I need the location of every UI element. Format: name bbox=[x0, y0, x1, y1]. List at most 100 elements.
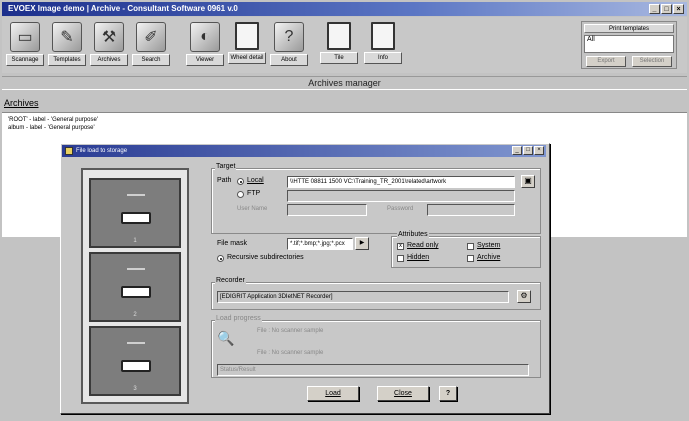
tool-label: Scannage bbox=[6, 54, 44, 66]
path-label: Path bbox=[217, 177, 232, 184]
ftp-address-input[interactable] bbox=[287, 190, 515, 202]
chevron-right-icon: ▶ bbox=[359, 240, 365, 246]
tool-label: Tile bbox=[320, 52, 358, 64]
magnifier-icon: 🔍 bbox=[217, 330, 235, 346]
list-item[interactable]: 'ROOT' - label - 'General purpose' bbox=[8, 116, 98, 124]
hidden-checkbox[interactable] bbox=[397, 255, 404, 262]
tool-label: Templates bbox=[48, 54, 86, 66]
drawer-label-line bbox=[127, 194, 145, 196]
close-button[interactable]: × bbox=[673, 4, 684, 14]
tool-label: About bbox=[270, 54, 308, 66]
recorder-settings-button[interactable]: ⚙ bbox=[517, 290, 531, 303]
templates-icon: ✎ bbox=[52, 22, 82, 52]
drawer-label-line bbox=[127, 268, 145, 270]
tool-viewer[interactable]: ◐ Viewer bbox=[186, 20, 224, 68]
drawer-handle bbox=[121, 212, 151, 224]
dialog-minimize-button[interactable]: _ bbox=[512, 146, 522, 155]
file-mask-dropdown[interactable]: ▶ bbox=[355, 237, 369, 250]
export-button[interactable]: Export bbox=[586, 56, 626, 67]
print-templates-header: Print templates bbox=[584, 24, 674, 33]
file-cabinet-image: 1 2 3 bbox=[81, 168, 189, 404]
path-input[interactable]: \\HTTE 08811 1500 VC:\Training_TR_2001\r… bbox=[287, 176, 515, 188]
drawer-number: 2 bbox=[133, 312, 137, 318]
tool-label: Wheel detail bbox=[228, 52, 266, 64]
document-icon bbox=[235, 22, 259, 50]
archive-checkbox[interactable] bbox=[467, 255, 474, 262]
password-input[interactable] bbox=[427, 204, 515, 216]
mode-title: Archives manager bbox=[2, 76, 687, 90]
file-status-1: File : No scanner sample bbox=[257, 328, 324, 334]
load-button[interactable]: Load bbox=[307, 386, 359, 401]
tool-label: Info bbox=[364, 52, 402, 64]
drawer-number: 3 bbox=[133, 386, 137, 392]
archives-header: Archives bbox=[4, 98, 39, 108]
user-name-input[interactable] bbox=[287, 204, 367, 216]
dialog-maximize-button[interactable]: □ bbox=[523, 146, 533, 155]
tool-label: Archives bbox=[90, 54, 128, 66]
recursive-label: Recursive subdirectories bbox=[227, 254, 304, 261]
tool-scannage[interactable]: ▭ Scannage bbox=[6, 20, 44, 68]
ftp-label: FTP bbox=[247, 190, 261, 197]
window-title: EVOEX Image demo | Archive - Consultant … bbox=[8, 4, 238, 13]
tool-tile[interactable]: Tile bbox=[320, 20, 358, 68]
recursive-option[interactable] bbox=[217, 255, 224, 262]
tool-label: Viewer bbox=[186, 54, 224, 66]
cabinet-drawer: 1 bbox=[89, 178, 181, 248]
tool-label: Search bbox=[132, 54, 170, 66]
drawer-handle bbox=[121, 360, 151, 372]
window-controls: _ □ × bbox=[649, 4, 684, 14]
load-progress-label: Load progress bbox=[215, 315, 262, 322]
tool-search[interactable]: ✐ Search bbox=[132, 20, 170, 68]
system-checkbox[interactable] bbox=[467, 243, 474, 250]
tool-wheel-detail[interactable]: Wheel detail bbox=[228, 20, 266, 68]
folder-icon: ▣ bbox=[524, 176, 532, 185]
drawer-label-line bbox=[127, 342, 145, 344]
archive-label: Archive bbox=[477, 254, 501, 261]
attributes-group bbox=[391, 236, 541, 268]
selection-button[interactable]: Selection bbox=[632, 56, 672, 67]
list-item[interactable]: album - label - 'General purpose' bbox=[8, 124, 95, 132]
viewer-icon: ◐ bbox=[190, 22, 220, 52]
minimize-button[interactable]: _ bbox=[649, 4, 660, 14]
dialog-controls: _ □ × bbox=[512, 146, 544, 155]
ftp-radio[interactable] bbox=[237, 191, 244, 198]
maximize-button[interactable]: □ bbox=[661, 4, 672, 14]
tool-archives[interactable]: ⚒ Archives bbox=[90, 20, 128, 68]
local-radio[interactable] bbox=[237, 178, 244, 185]
close-dialog-button[interactable]: Close bbox=[377, 386, 429, 401]
hidden-label: Hidden bbox=[407, 254, 430, 261]
tool-templates[interactable]: ✎ Templates bbox=[48, 20, 86, 68]
attributes-label: Attributes bbox=[397, 231, 429, 238]
drawer-number: 1 bbox=[133, 238, 137, 244]
help-button[interactable]: ? bbox=[439, 386, 457, 401]
file-status-2: File : No scanner sample bbox=[257, 350, 324, 356]
main-window: EVOEX Image demo | Archive - Consultant … bbox=[0, 0, 689, 421]
tool-info[interactable]: Info bbox=[364, 20, 402, 68]
target-group-label: Target bbox=[215, 163, 237, 170]
file-load-dialog: File load to storage _ □ × 1 2 3 Target … bbox=[60, 143, 550, 414]
dialog-app-icon bbox=[65, 147, 73, 155]
print-template-select[interactable]: All bbox=[584, 35, 674, 53]
tool-about[interactable]: ? About bbox=[270, 20, 308, 68]
browse-folder-button[interactable]: ▣ bbox=[521, 175, 535, 188]
user-name-label: User Name bbox=[237, 206, 268, 212]
read-only-checkbox[interactable]: x bbox=[397, 243, 404, 250]
drawer-handle bbox=[121, 286, 151, 298]
dialog-close-button[interactable]: × bbox=[534, 146, 544, 155]
password-label: Password bbox=[387, 206, 414, 212]
status-result-field: Status/Result bbox=[217, 364, 529, 376]
read-only-label: Read only bbox=[407, 242, 439, 249]
title-bar: EVOEX Image demo | Archive - Consultant … bbox=[2, 2, 687, 16]
recorder-label: Recorder bbox=[215, 277, 246, 284]
file-mask-label: File mask bbox=[217, 240, 247, 247]
print-templates-panel: Print templates All Export Selection bbox=[581, 21, 677, 69]
search-icon: ✐ bbox=[136, 22, 166, 52]
main-toolbar: ▭ Scannage ✎ Templates ⚒ Archives ✐ Sear… bbox=[2, 17, 687, 73]
dialog-title: File load to storage bbox=[76, 148, 128, 154]
cabinet-drawer: 3 bbox=[89, 326, 181, 396]
file-mask-input[interactable]: *.tif;*.bmp;*.jpg;*.pcx bbox=[287, 238, 353, 250]
system-label: System bbox=[477, 242, 501, 249]
document-icon bbox=[327, 22, 351, 50]
cabinet-drawer: 2 bbox=[89, 252, 181, 322]
help-icon: ? bbox=[274, 22, 304, 52]
